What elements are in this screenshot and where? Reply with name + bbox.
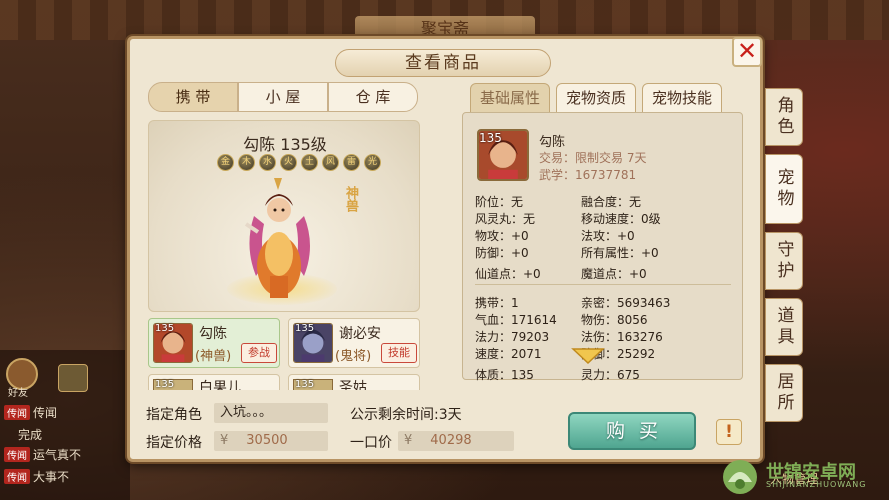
attr-constitution: 体质：135 [475,368,534,382]
element-icon-thunder: 雷 [343,154,360,171]
storage-tabs: 携 带 小 屋 仓 库 [148,82,418,112]
mail-icon[interactable] [58,364,88,392]
info-button[interactable]: ! [716,419,742,445]
pet-level: 135 [155,379,175,390]
chat-line-1: 传闻 传闻 [4,404,57,421]
watermark-subtext: SHIJINANZHUOWANG [766,480,867,489]
chat-line-2: 完成 [18,428,43,442]
pet-name: 勾陈 [539,135,566,150]
public-time-remaining: 公示剩余时间:3天 [350,407,462,423]
attribute-panel[interactable]: 135 勾陈 交易：限制交易 7天 武学：16737781 阶位：无 风灵丸：无… [462,112,743,382]
buyout-price-value: ¥40298 [398,431,514,451]
attr-mana: 法力：79203 [475,330,550,344]
friends-label: 好友 [8,388,28,399]
tab-pet-aptitude[interactable]: 宠物资质 [556,83,636,113]
pet-figure-icon [244,178,310,298]
designated-role-value: 入坑。。。 [214,403,328,423]
chat-line-3: 传闻 运气真不 [4,446,81,463]
dialog-title: 查看商品 [335,49,551,77]
buyout-price-label: 一口价 [350,435,392,451]
element-icon-wind: 风 [322,154,339,171]
pet-card-shenggu[interactable]: 135 圣姑 [288,374,420,390]
tab-basic-attributes[interactable]: 基础属性 [470,83,550,113]
close-button[interactable]: ✕ [732,37,762,67]
pet-card-gouchen[interactable]: 135 勾陈 (神兽) 参战 [148,318,280,368]
attr-magic-attack: 法攻：+0 [581,229,635,243]
pet-card-name: 白果儿 [199,380,241,390]
attr-defense: 防御：+0 [475,246,529,260]
pet-level: 135 [295,323,315,334]
wuxue-value: 武学：16737781 [539,168,637,182]
pet-seal-icon: 神兽 [343,186,358,212]
side-tab-character[interactable]: 角色 [765,88,803,146]
pet-card-name: 谢必安 [339,326,381,342]
designated-price-value: ¥30500 [214,431,328,451]
pet-card-type: (鬼将) [335,349,372,364]
tab-house[interactable]: 小 屋 [238,82,328,112]
tab-carry[interactable]: 携 带 [148,82,238,112]
pet-card-name: 圣姑 [339,380,367,390]
pet-level: 135 [295,379,315,390]
scroll-down-icon[interactable] [571,345,605,367]
attr-immortal-points: 仙道点：+0 [475,267,541,281]
element-icons: 金 木 水 火 土 风 雷 光 [217,154,381,171]
tab-warehouse[interactable]: 仓 库 [328,82,418,112]
element-icon-earth: 土 [301,154,318,171]
designated-price-label: 指定价格 [146,435,202,451]
buy-button[interactable]: 购买 [568,412,696,450]
battle-badge: 参战 [241,343,277,363]
element-icon-fire: 火 [280,154,297,171]
pet-card-xiebian[interactable]: 135 谢必安 (鬼将) 技能 [288,318,420,368]
element-icon-light: 光 [364,154,381,171]
watermark: 世锦安卓网 SHIJINANZHUOWANG [718,458,889,496]
pet-showcase: 勾陈 135级 金 木 水 火 土 风 雷 光 神兽 [148,120,420,312]
watermark-logo-icon [723,460,757,494]
attr-spirit: 灵力：675 [581,368,640,382]
pet-level: 135 [155,323,175,334]
attr-hp: 气血：171614 [475,313,557,327]
attr-intimacy: 亲密：5693463 [581,296,671,310]
attr-carry: 携带：1 [475,296,519,310]
attr-all-stats: 所有属性：+0 [581,246,659,260]
divider [475,284,731,285]
element-icon-wood: 木 [238,154,255,171]
attr-fusion: 融合度：无 [581,195,642,209]
side-tab-items[interactable]: 道具 [765,298,803,356]
side-tab-residence[interactable]: 居所 [765,364,803,422]
element-icon-gold: 金 [217,154,234,171]
pet-level: 135 [479,131,502,145]
attr-rank: 阶位：无 [475,195,524,209]
pet-list[interactable]: 135 勾陈 (神兽) 参战 135 谢必安 (鬼将) 技能 135 白果儿 1… [148,318,420,390]
pet-card-name: 勾陈 [199,326,227,342]
chat-line-4: 传闻 大事不 [4,468,69,485]
attr-magic-damage: 法伤：163276 [581,330,663,344]
attr-speed: 速度：2071 [475,347,542,361]
chat-panel[interactable]: 好友 传闻 传闻 完成 传闻 运气真不 传闻 大事不 [0,350,130,500]
attr-spirit-pill: 风灵丸：无 [475,212,536,226]
pet-card-type: (神兽) [195,349,232,364]
side-tab-pet[interactable]: 宠物 [765,154,803,224]
attr-move-speed: 移动速度：0级 [581,212,661,226]
trade-status: 交易：限制交易 7天 [539,151,647,165]
attr-phys-attack: 物攻：+0 [475,229,529,243]
side-tab-guardian[interactable]: 守护 [765,232,803,290]
designated-role-label: 指定角色 [146,407,202,423]
skill-badge: 技能 [381,343,417,363]
attr-demon-points: 魔道点：+0 [581,267,647,281]
pet-card-baiguoer[interactable]: 135 白果儿 [148,374,280,390]
attr-phys-damage: 物伤：8056 [581,313,648,327]
element-icon-water: 水 [259,154,276,171]
pet-name-level: 勾陈 135级 [243,135,327,154]
tab-pet-skills[interactable]: 宠物技能 [642,83,722,113]
